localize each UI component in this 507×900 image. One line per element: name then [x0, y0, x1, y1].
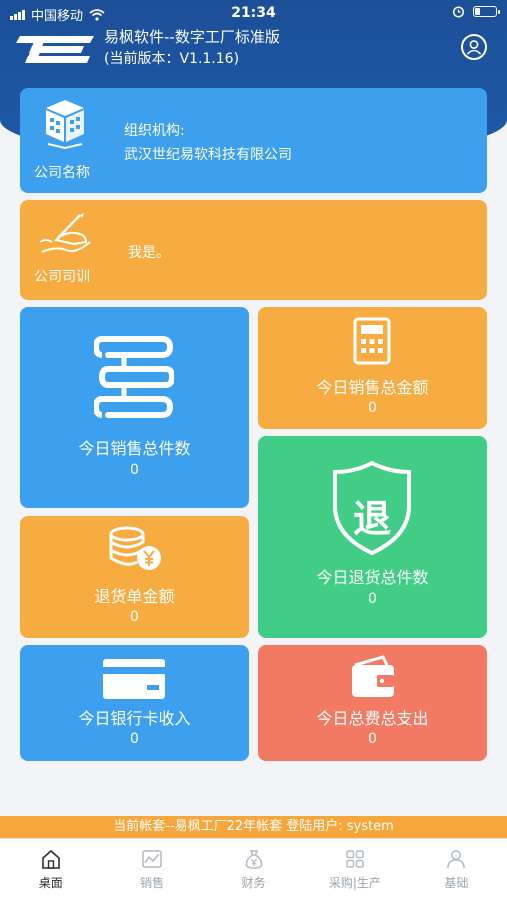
- company-card[interactable]: 公司名称 组织机构: 武汉世纪易软科技有限公司: [20, 88, 487, 193]
- status-bar: 中国移动 21:34: [0, 0, 507, 28]
- tab-basic[interactable]: 基础: [406, 839, 507, 900]
- bank-income-value: 0: [130, 731, 139, 747]
- bank-income-tile[interactable]: 今日银行卡收入 0: [20, 645, 249, 761]
- user-profile-button[interactable]: [461, 34, 487, 60]
- person-icon: [447, 850, 466, 869]
- motto-icon-label: 公司司训: [34, 269, 90, 285]
- sales-amount-title: 今日销售总金额: [316, 378, 429, 397]
- app-name: 易枫软件--数字工厂标准版: [104, 28, 280, 46]
- tab-label: 采购|生产: [328, 876, 381, 890]
- app-logo: [16, 36, 94, 63]
- motto-card[interactable]: 公司司训 我是。: [20, 200, 487, 300]
- wallet-icon: [352, 655, 394, 697]
- sales-qty-tile[interactable]: 今日销售总件数 0: [20, 307, 249, 508]
- expense-title: 今日总费总支出: [316, 709, 429, 728]
- sales-qty-value: 0: [130, 462, 139, 478]
- tab-label: 销售: [140, 876, 165, 890]
- motto-text: 我是。: [128, 245, 170, 261]
- sales-amount-value: 0: [368, 400, 377, 416]
- tab-desktop[interactable]: 桌面: [0, 839, 101, 900]
- company-icon-label: 公司名称: [34, 165, 90, 181]
- chart-icon: [142, 850, 162, 868]
- org-title: 组织机构:: [124, 123, 185, 139]
- home-icon: [41, 849, 60, 869]
- return-amount-tile[interactable]: 退货单金额 0: [20, 516, 249, 638]
- bank-income-title: 今日银行卡收入: [78, 709, 191, 728]
- return-qty-value: 0: [368, 591, 377, 607]
- expense-value: 0: [368, 731, 377, 747]
- bottom-tab-bar: 桌面 销售 财务 采购|生产 基础: [0, 838, 507, 900]
- app-version: (当前版本：V1.1.16): [104, 51, 240, 67]
- tab-label: 基础: [444, 876, 469, 890]
- sales-amount-tile[interactable]: 今日销售总金额 0: [258, 307, 487, 429]
- account-banner: 当前帐套--易枫工厂22年帐套 登陆用户: system: [0, 816, 507, 838]
- company-name: 武汉世纪易软科技有限公司: [124, 147, 292, 163]
- person-icon: [466, 40, 482, 55]
- return-qty-title: 今日退货总件数: [316, 568, 429, 587]
- return-qty-tile[interactable]: 退 今日退货总件数 0: [258, 436, 487, 638]
- sales-qty-title: 今日销售总件数: [78, 439, 191, 458]
- writing-hand-icon: [39, 213, 91, 253]
- return-amount-value: 0: [130, 609, 139, 625]
- grid-icon: [346, 850, 364, 868]
- tab-finance[interactable]: 财务: [203, 839, 304, 900]
- building-icon: [46, 100, 84, 150]
- coins-yen-icon: [109, 526, 161, 570]
- expense-tile[interactable]: 今日总费总支出 0: [258, 645, 487, 761]
- tab-sales[interactable]: 销售: [101, 839, 202, 900]
- calculator-icon: [353, 317, 391, 365]
- battery-icon: [473, 6, 500, 17]
- money-bag-icon: [245, 850, 262, 869]
- stacked-books-icon: [94, 336, 174, 418]
- status-right: [452, 5, 500, 18]
- alarm-icon: [452, 6, 465, 18]
- tab-purchase-production[interactable]: 采购|生产: [304, 839, 405, 900]
- status-time: 21:34: [231, 5, 276, 21]
- return-glyph: 退: [352, 497, 391, 541]
- tab-label: 财务: [241, 876, 266, 890]
- return-amount-title: 退货单金额: [94, 587, 175, 606]
- tab-label: 桌面: [38, 876, 63, 890]
- bank-card-icon: [103, 659, 165, 699]
